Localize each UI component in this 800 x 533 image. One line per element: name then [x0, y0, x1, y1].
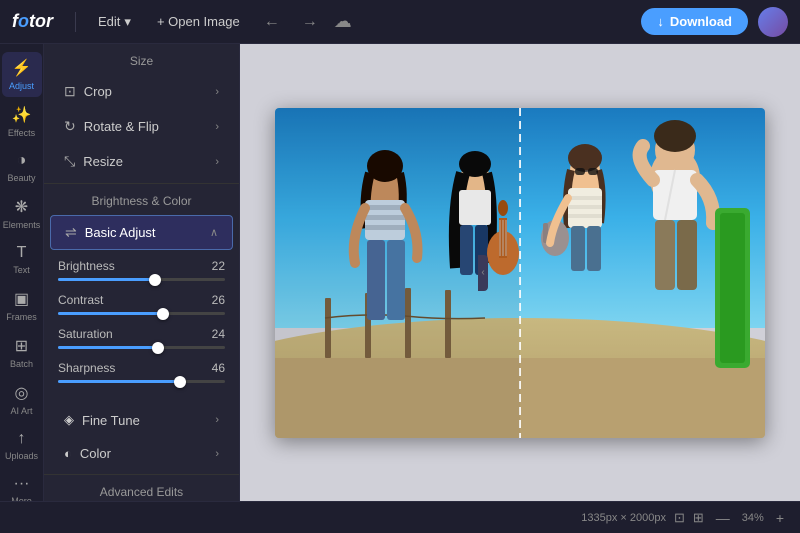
contrast-track[interactable] [58, 312, 225, 315]
color-item[interactable]: ◐ Color › [50, 438, 233, 469]
contrast-slider-row: Contrast 26 [58, 293, 225, 315]
actual-size-icon[interactable]: ⊞ [693, 510, 704, 526]
open-image-button[interactable]: + Open Image [149, 10, 248, 33]
avatar[interactable] [758, 7, 788, 37]
cloud-icon[interactable]: ☁ [334, 11, 352, 32]
resize-panel-item[interactable]: ⤡ Resize › [50, 145, 233, 178]
canvas-area[interactable]: ‹ [240, 44, 800, 501]
sidebar-item-beauty[interactable]: ◑ Beauty [2, 146, 42, 189]
crop-panel-item[interactable]: ⊡ Crop › [50, 75, 233, 108]
sidebar-item-frames[interactable]: ▣ Frames [2, 283, 42, 328]
beauty-icon: ◑ [17, 152, 27, 170]
zoom-minus-button[interactable]: — [712, 508, 734, 528]
saturation-fill [58, 346, 158, 349]
topbar-divider [75, 12, 76, 32]
frames-icon: ▣ [14, 289, 29, 309]
download-button[interactable]: ↓ Download [641, 8, 748, 35]
resize-icon: ⤡ [64, 153, 75, 170]
rotate-flip-panel-item[interactable]: ↻ Rotate & Flip › [50, 110, 233, 143]
rotate-chevron: › [215, 121, 219, 133]
sharpness-track[interactable] [58, 380, 225, 383]
brightness-fill [58, 278, 155, 281]
brightness-track[interactable] [58, 278, 225, 281]
contrast-fill [58, 312, 163, 315]
sidebar-item-elements[interactable]: ❋ Elements [2, 191, 42, 236]
saturation-track[interactable] [58, 346, 225, 349]
adjust-icon: ⚡ [12, 58, 32, 78]
panel-collapse-handle[interactable]: ‹ [478, 255, 488, 291]
sidebar-item-batch[interactable]: ⊞ Batch [2, 330, 42, 375]
fine-tune-icon: ◈ [64, 412, 74, 428]
more-icon: ··· [14, 475, 30, 493]
photo-svg [275, 108, 765, 438]
brightness-slider-row: Brightness 22 [58, 259, 225, 281]
fine-tune-chevron: › [215, 414, 219, 426]
sidebar-item-ai-art[interactable]: ◎ AI Art [2, 377, 42, 422]
brightness-color-title: Brightness & Color [44, 183, 239, 214]
resize-chevron: › [215, 156, 219, 168]
size-section-title: Size [44, 44, 239, 74]
elements-icon: ❋ [15, 197, 28, 217]
sidebar-item-uploads[interactable]: ↑ Uploads [2, 424, 42, 467]
rotate-icon: ↻ [64, 118, 76, 135]
sidebar-item-text[interactable]: T Text [2, 238, 42, 281]
color-chevron: › [215, 448, 219, 460]
sidebar-item-more[interactable]: ··· More [2, 469, 42, 501]
crop-chevron: › [215, 86, 219, 98]
left-panel: Size ⊡ Crop › ↻ Rotate & Flip › ⤡ Resize… [44, 44, 240, 501]
brightness-thumb[interactable] [149, 274, 161, 286]
sidebar-item-adjust[interactable]: ⚡ Adjust [2, 52, 42, 97]
sharpness-thumb[interactable] [174, 376, 186, 388]
image-container [275, 108, 765, 438]
saturation-thumb[interactable] [152, 342, 164, 354]
zoom-plus-button[interactable]: + [772, 508, 788, 528]
basic-adjust-chevron: ∧ [210, 226, 218, 239]
main-content: ⚡ Adjust ✨ Effects ◑ Beauty ❋ Elements T… [0, 44, 800, 501]
sharpness-slider-row: Sharpness 46 [58, 361, 225, 383]
status-bar: 1335px × 2000px ⊡ ⊞ — 34% + [0, 501, 800, 533]
batch-icon: ⊞ [15, 336, 28, 356]
topbar: fotor Edit ▾ + Open Image ← → ☁ ↓ Downlo… [0, 0, 800, 44]
saturation-slider-row: Saturation 24 [58, 327, 225, 349]
back-button[interactable]: ← [258, 9, 286, 35]
ai-art-icon: ◎ [15, 383, 29, 403]
fit-screen-icon[interactable]: ⊡ [674, 510, 685, 526]
image-dimensions: 1335px × 2000px [581, 512, 666, 524]
contrast-thumb[interactable] [157, 308, 169, 320]
sidebar-item-effects[interactable]: ✨ Effects [2, 99, 42, 144]
crop-icon: ⊡ [64, 83, 76, 100]
color-icon: ◐ [64, 446, 72, 461]
basic-adjust-panel-item[interactable]: ⇌ Basic Adjust ∧ [50, 215, 233, 250]
forward-button[interactable]: → [296, 9, 324, 35]
topbar-right: ↓ Download [641, 7, 788, 37]
fine-tune-item[interactable]: ◈ Fine Tune › [50, 404, 233, 436]
text-icon: T [17, 244, 27, 262]
app-logo: fotor [12, 11, 53, 32]
sharpness-fill [58, 380, 180, 383]
sliders-section: Brightness 22 Contrast 26 [44, 251, 239, 403]
icon-sidebar: ⚡ Adjust ✨ Effects ◑ Beauty ❋ Elements T… [0, 44, 44, 501]
collapse-icon: ‹ [481, 267, 484, 278]
effects-icon: ✨ [12, 105, 32, 125]
zoom-level: 34% [742, 512, 764, 524]
edit-button[interactable]: Edit ▾ [90, 10, 139, 34]
basic-adjust-icon: ⇌ [65, 224, 77, 241]
uploads-icon: ↑ [18, 430, 26, 448]
advanced-edits-title: Advanced Edits [44, 474, 239, 501]
